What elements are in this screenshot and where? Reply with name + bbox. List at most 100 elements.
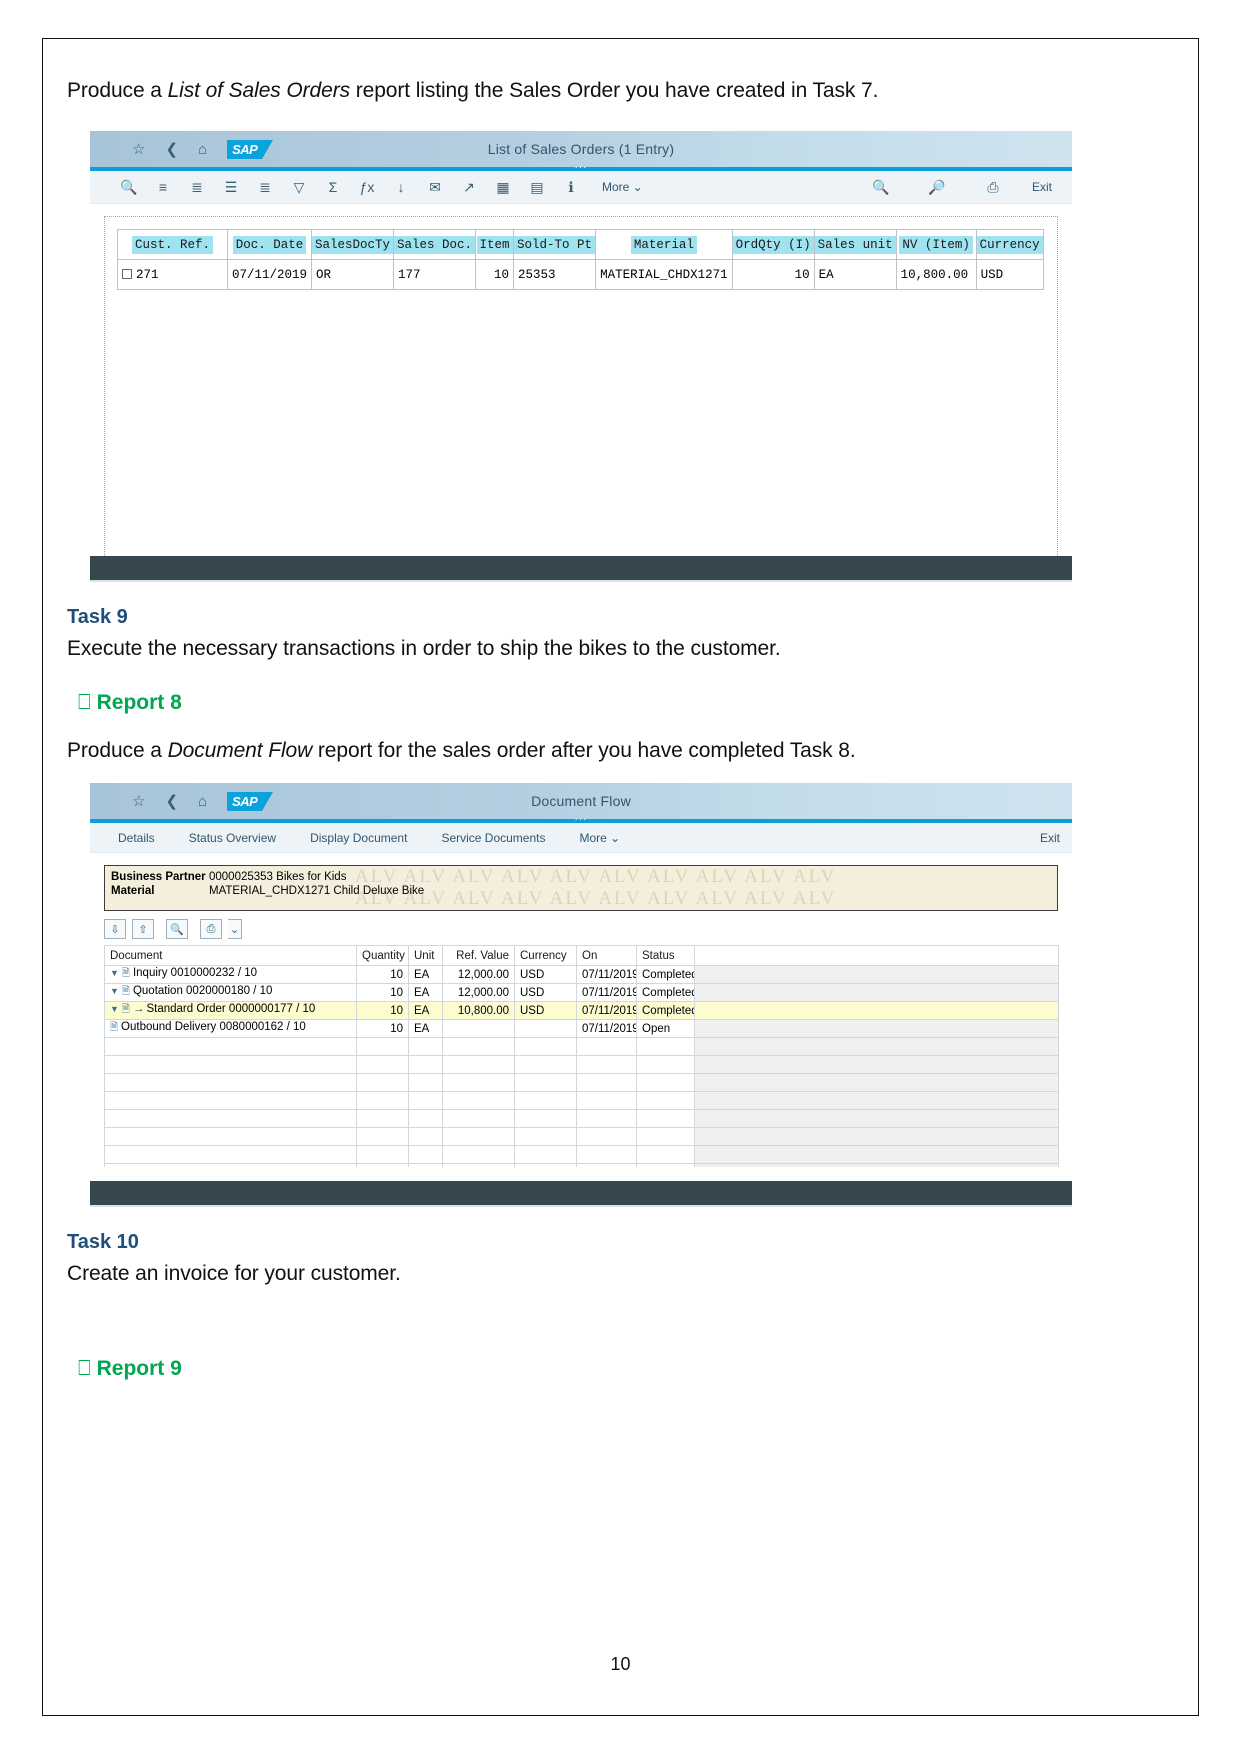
subtotal-icon[interactable]: ☰ [214,180,248,194]
cell-empty [514,1109,577,1129]
print-icon[interactable]: ⎙ [200,919,222,940]
cell-filler [694,983,1059,1003]
task10-text: Create an invoice for your customer. [67,1262,401,1286]
col-sales-unit[interactable]: Sales unit [813,229,897,261]
cell-currency: USD [514,983,577,1003]
cell-unit: EA [408,1019,443,1039]
download-icon[interactable]: ↓ [384,180,418,194]
cell-empty [408,1127,443,1147]
report8-label: Report 8 [96,690,182,714]
col-quantity[interactable]: Quantity [356,945,409,967]
col-ref-value[interactable]: Ref. Value [442,945,515,967]
graph-icon[interactable]: ↗ [452,180,486,194]
cell-ref-value [442,1019,515,1039]
info-icon[interactable]: ℹ [554,180,588,194]
sum-icon[interactable]: Σ [316,180,350,194]
expand-all-icon[interactable]: ⇩ [104,919,126,940]
col-nv-item[interactable]: NV (Item) [895,229,977,261]
intro-paragraph-2: Produce a Document Flow report for the s… [67,737,1177,765]
field-value: 0000025353 Bikes for Kids [209,871,347,884]
document-flow-table: Document Quantity Unit Ref. Value Curren… [104,945,1059,1183]
table-row[interactable]: ▼ 🗎 → Standard Order 0000000177 / 10 10 EA … [104,1001,1059,1021]
cell-empty [408,1055,443,1075]
table-row[interactable]: 271 07/11/2019 OR 177 10 25353 MATERIAL_… [117,259,1044,291]
col-cust-ref[interactable]: Cust. Ref. [117,229,228,261]
spreadsheet-icon[interactable]: ▦ [486,180,520,194]
search-icon[interactable]: 🔍 [112,180,146,194]
table-row[interactable]: 🗎 Outbound Delivery 0080000162 / 10 10 EA… [104,1019,1059,1039]
menu-item-status-overview[interactable]: Status Overview [189,831,276,845]
more-menu-button[interactable]: More ⌄ [602,180,643,194]
print-icon[interactable]: ⎙ [976,180,1010,194]
find-next-icon[interactable]: 🔎 [920,180,954,194]
mail-icon[interactable]: ✉ [418,180,452,194]
cell-empty [356,1145,409,1165]
col-currency[interactable]: Currency [975,229,1044,261]
col-doc-date[interactable]: Doc. Date [226,229,313,261]
col-material[interactable]: Material [595,229,733,261]
col-unit[interactable]: Unit [408,945,443,967]
search-icon[interactable]: 🔍 [864,180,898,194]
exit-button[interactable]: Exit [1040,831,1060,845]
cell-on: 07/11/2019 [576,965,637,985]
menu-item-details[interactable]: Details [118,831,155,845]
col-ord-qty[interactable]: OrdQty (I) [731,229,815,261]
chevron-down-icon[interactable]: ▼ [110,1004,119,1014]
report9-heading: ⎕ Report 9 [78,1356,1177,1381]
table-row-empty [104,1145,1059,1165]
col-item[interactable]: Item [475,229,515,261]
table-row-empty [104,1037,1059,1057]
table-header-row: Cust. Ref. Doc. Date SalesDocTy Sales Do… [117,229,1044,261]
cell-sales-unit: EA [813,259,897,291]
col-sales-doc-ty[interactable]: SalesDocTy [311,229,395,261]
table-view-icon[interactable]: ▤ [520,180,554,194]
chevron-down-icon[interactable]: ▼ [110,986,119,996]
cell-empty [104,1091,357,1111]
table-row[interactable]: ▼ 🗎 Quotation 0020000180 / 10 10 EA 12,000… [104,983,1059,1003]
filter-icon[interactable]: ▽ [282,180,316,194]
col-status[interactable]: Status [636,945,695,967]
document-flow-header-panel: ALV ALV ALV ALV ALV ALV ALV ALV ALV ALV … [104,865,1058,912]
table-row-empty [104,1091,1059,1111]
cell-empty [442,1091,515,1111]
menu-item-display-document[interactable]: Display Document [310,831,407,845]
row-select-checkbox[interactable] [122,268,132,279]
arrow-right-icon: → [132,1003,145,1016]
cell-empty [442,1127,515,1147]
sort-list-icon[interactable]: ≣ [180,180,214,194]
cell-unit: EA [408,983,443,1003]
shell-accent-bar [90,167,1072,172]
cell-empty [514,1127,577,1147]
cell-currency [514,1019,577,1039]
filter-lines-icon[interactable]: ≣ [248,180,282,194]
menu-item-service-documents[interactable]: Service Documents [441,831,545,845]
formula-icon[interactable]: ƒx [350,180,384,194]
chevron-down-icon[interactable]: ⌄ [228,919,242,940]
col-sales-doc[interactable]: Sales Doc. [393,229,477,261]
col-on[interactable]: On [576,945,637,967]
cell-empty [408,1145,443,1165]
document-flow-screenshot: ☆ ❮ ⌂ SAP Document Flow Details Status O… [90,783,1072,1206]
cell-unit: EA [408,965,443,985]
col-currency[interactable]: Currency [514,945,577,967]
cell-empty [408,1037,443,1057]
table-row[interactable]: ▼ 🗎 Inquiry 0010000232 / 10 10 EA 12,000.0… [104,965,1059,985]
cell-nv-item: 10,800.00 [895,259,977,291]
menu-item-more[interactable]: More ⌄ [579,831,620,845]
header-field-list: Business Partner 0000025353 Bikes for Kid… [105,866,1057,898]
exit-button[interactable]: Exit [1032,180,1052,194]
cell-empty [408,1073,443,1093]
search-icon[interactable]: 🔍 [166,919,188,940]
document-flow-title: Document Flow [531,793,631,810]
collapse-all-icon[interactable]: ⇧ [132,919,154,940]
document-icon: 🗎 [121,986,130,998]
document-icon: 🗎 [121,1004,130,1016]
cell-quantity: 10 [356,983,409,1003]
col-document[interactable]: Document [104,945,357,967]
chevron-down-icon[interactable]: ▼ [110,968,119,978]
field-label: Business Partner [111,871,206,884]
sort-mixed-icon[interactable]: ≡ [146,180,180,194]
col-sold-to-pt[interactable]: Sold-To Pt [513,229,597,261]
cell-empty [576,1109,637,1129]
sales-orders-screenshot: ☆ ❮ ⌂ SAP List of Sales Orders (1 Entry)… [90,131,1072,581]
